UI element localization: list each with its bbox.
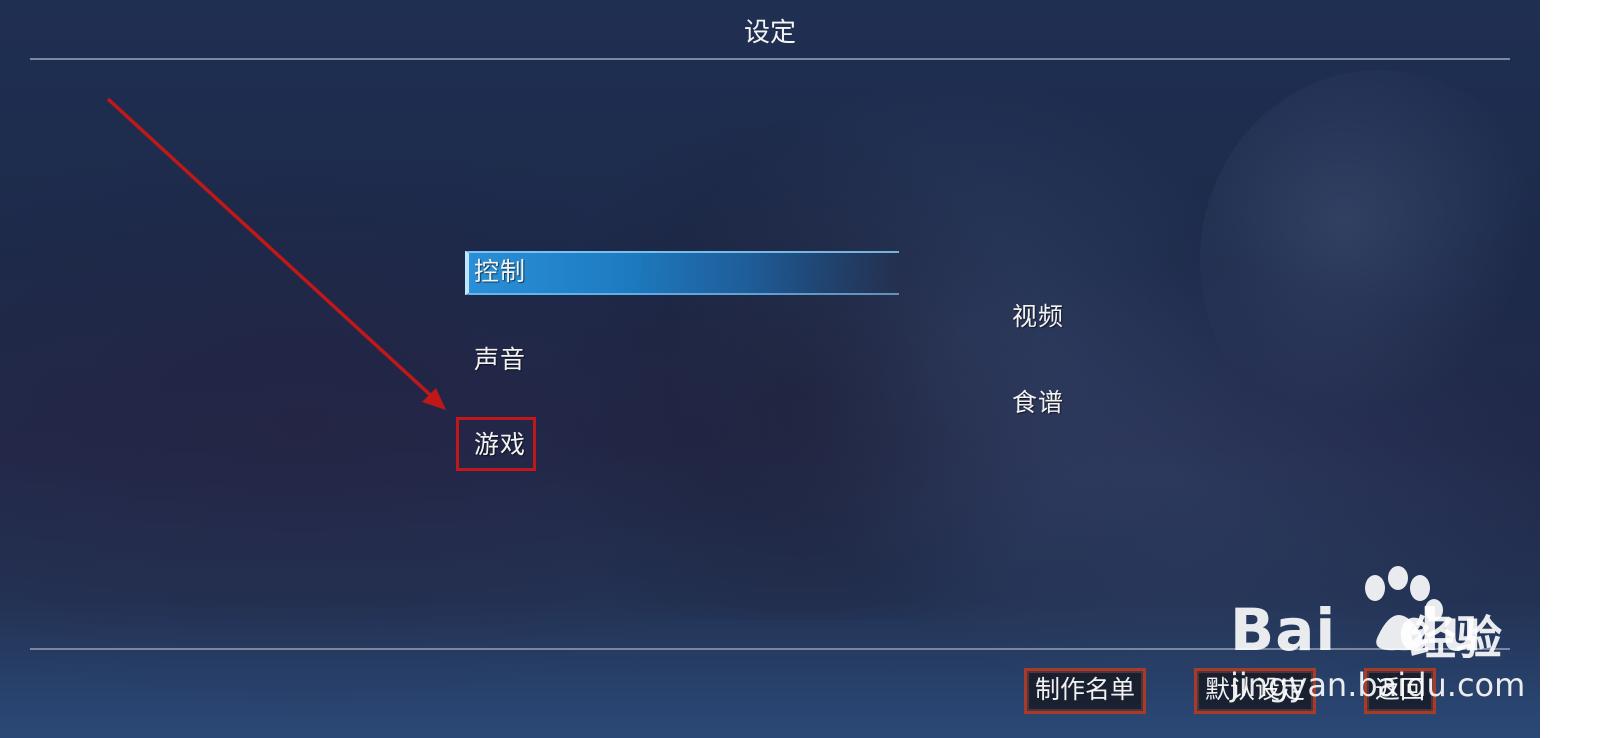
menu-item-controls[interactable]: 控制 [474, 252, 526, 288]
selection-highlight-bar [465, 251, 899, 295]
credits-button[interactable]: 制作名单 [1024, 668, 1147, 714]
baidu-url-text: jingyan.baidu.com [1230, 666, 1526, 704]
background-castle [520, 60, 1080, 620]
menu-item-sound[interactable]: 声音 [474, 340, 526, 376]
background-moon [1200, 70, 1540, 450]
baidu-jingyan-text: 经验 [1410, 611, 1502, 665]
right-margin [1540, 0, 1600, 738]
annotation-highlight-box [456, 417, 536, 471]
menu-item-video[interactable]: 视频 [1012, 297, 1064, 333]
page-title: 设定 [743, 18, 796, 48]
top-divider [30, 58, 1510, 60]
baidu-watermark: Bai du 经验 jingyan.baidu.com [1230, 566, 1540, 704]
game-settings-screen: 设定 控制 声音 游戏 视频 食谱 制作名单 默认设定 返回 Bai du 经验 … [0, 0, 1540, 738]
menu-item-recipes[interactable]: 食谱 [1012, 383, 1064, 419]
